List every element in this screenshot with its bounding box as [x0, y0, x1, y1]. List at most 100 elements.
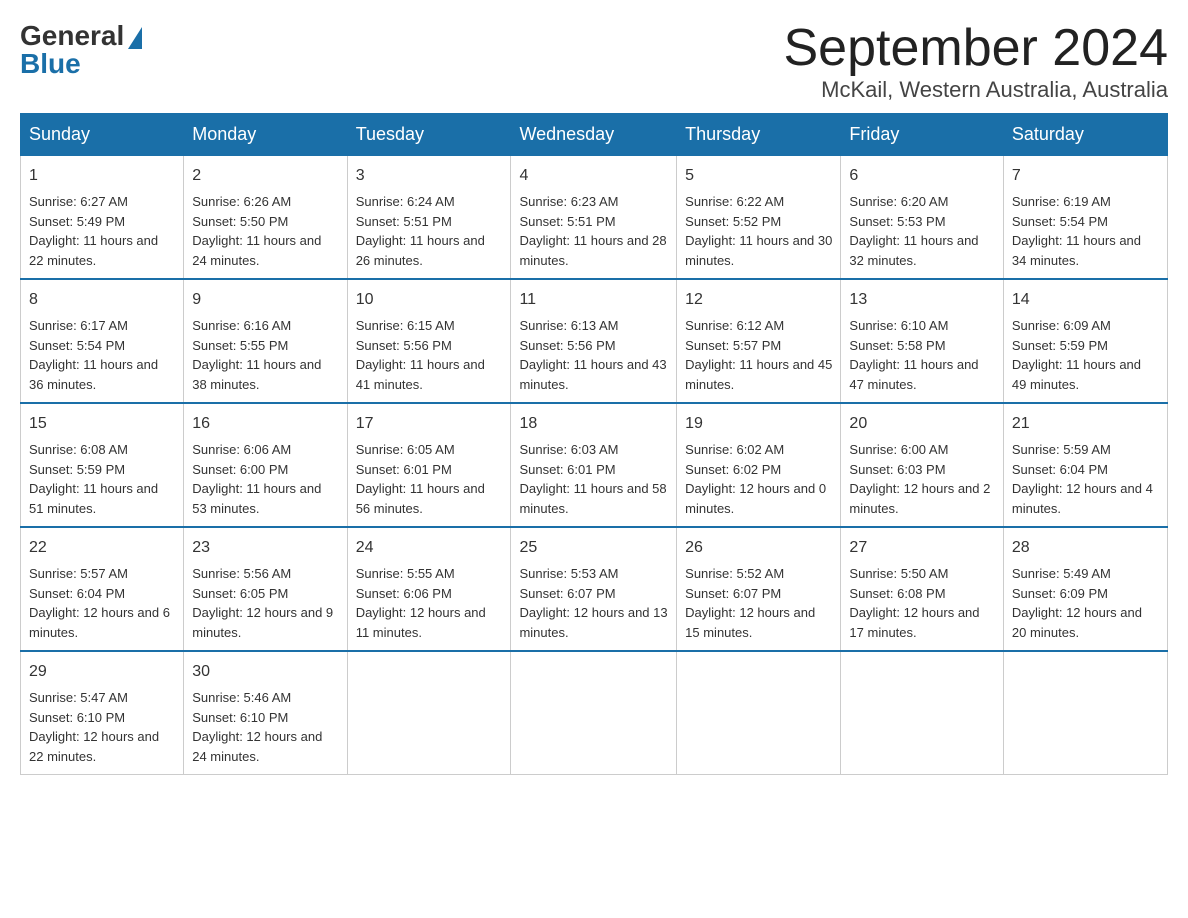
sunset-text: Sunset: 5:51 PM [519, 214, 615, 229]
day-number: 6 [849, 164, 994, 188]
day-number: 9 [192, 288, 338, 312]
col-tuesday: Tuesday [347, 114, 511, 156]
calendar-day-cell: 25 Sunrise: 5:53 AM Sunset: 6:07 PM Dayl… [511, 527, 677, 651]
sunrise-text: Sunrise: 5:52 AM [685, 566, 784, 581]
calendar-day-cell [347, 651, 511, 775]
calendar-week-row: 15 Sunrise: 6:08 AM Sunset: 5:59 PM Dayl… [21, 403, 1168, 527]
day-number: 2 [192, 164, 338, 188]
calendar-day-cell: 10 Sunrise: 6:15 AM Sunset: 5:56 PM Dayl… [347, 279, 511, 403]
day-number: 8 [29, 288, 175, 312]
day-number: 29 [29, 660, 175, 684]
day-number: 10 [356, 288, 503, 312]
sunrise-text: Sunrise: 6:16 AM [192, 318, 291, 333]
calendar-week-row: 8 Sunrise: 6:17 AM Sunset: 5:54 PM Dayli… [21, 279, 1168, 403]
calendar-day-cell: 28 Sunrise: 5:49 AM Sunset: 6:09 PM Dayl… [1003, 527, 1167, 651]
calendar-day-cell [1003, 651, 1167, 775]
logo: General Blue [20, 20, 142, 80]
col-saturday: Saturday [1003, 114, 1167, 156]
sunrise-text: Sunrise: 6:22 AM [685, 194, 784, 209]
calendar-day-cell: 15 Sunrise: 6:08 AM Sunset: 5:59 PM Dayl… [21, 403, 184, 527]
day-number: 16 [192, 412, 338, 436]
sunrise-text: Sunrise: 6:05 AM [356, 442, 455, 457]
daylight-text: Daylight: 11 hours and 56 minutes. [356, 481, 485, 516]
calendar-day-cell: 3 Sunrise: 6:24 AM Sunset: 5:51 PM Dayli… [347, 156, 511, 280]
sunset-text: Sunset: 6:07 PM [519, 586, 615, 601]
sunrise-text: Sunrise: 6:00 AM [849, 442, 948, 457]
sunrise-text: Sunrise: 6:23 AM [519, 194, 618, 209]
calendar-day-cell: 22 Sunrise: 5:57 AM Sunset: 6:04 PM Dayl… [21, 527, 184, 651]
day-number: 21 [1012, 412, 1159, 436]
sunrise-text: Sunrise: 5:50 AM [849, 566, 948, 581]
sunset-text: Sunset: 5:57 PM [685, 338, 781, 353]
sunset-text: Sunset: 6:10 PM [192, 710, 288, 725]
daylight-text: Daylight: 12 hours and 20 minutes. [1012, 605, 1142, 640]
daylight-text: Daylight: 12 hours and 11 minutes. [356, 605, 486, 640]
day-number: 20 [849, 412, 994, 436]
day-number: 28 [1012, 536, 1159, 560]
daylight-text: Daylight: 11 hours and 24 minutes. [192, 233, 321, 268]
sunrise-text: Sunrise: 6:15 AM [356, 318, 455, 333]
calendar-day-cell: 13 Sunrise: 6:10 AM Sunset: 5:58 PM Dayl… [841, 279, 1003, 403]
daylight-text: Daylight: 11 hours and 38 minutes. [192, 357, 321, 392]
daylight-text: Daylight: 12 hours and 2 minutes. [849, 481, 990, 516]
day-number: 15 [29, 412, 175, 436]
day-number: 12 [685, 288, 832, 312]
sunset-text: Sunset: 6:08 PM [849, 586, 945, 601]
daylight-text: Daylight: 12 hours and 17 minutes. [849, 605, 979, 640]
sunrise-text: Sunrise: 6:27 AM [29, 194, 128, 209]
daylight-text: Daylight: 11 hours and 49 minutes. [1012, 357, 1141, 392]
sunrise-text: Sunrise: 5:46 AM [192, 690, 291, 705]
sunset-text: Sunset: 6:06 PM [356, 586, 452, 601]
sunset-text: Sunset: 6:04 PM [1012, 462, 1108, 477]
daylight-text: Daylight: 12 hours and 4 minutes. [1012, 481, 1153, 516]
calendar-day-cell: 26 Sunrise: 5:52 AM Sunset: 6:07 PM Dayl… [677, 527, 841, 651]
calendar-day-cell: 5 Sunrise: 6:22 AM Sunset: 5:52 PM Dayli… [677, 156, 841, 280]
calendar-day-cell: 7 Sunrise: 6:19 AM Sunset: 5:54 PM Dayli… [1003, 156, 1167, 280]
calendar-day-cell: 9 Sunrise: 6:16 AM Sunset: 5:55 PM Dayli… [184, 279, 347, 403]
daylight-text: Daylight: 11 hours and 28 minutes. [519, 233, 666, 268]
calendar-day-cell: 23 Sunrise: 5:56 AM Sunset: 6:05 PM Dayl… [184, 527, 347, 651]
calendar-day-cell: 24 Sunrise: 5:55 AM Sunset: 6:06 PM Dayl… [347, 527, 511, 651]
day-number: 3 [356, 164, 503, 188]
sunset-text: Sunset: 6:03 PM [849, 462, 945, 477]
day-number: 25 [519, 536, 668, 560]
daylight-text: Daylight: 11 hours and 58 minutes. [519, 481, 666, 516]
calendar-day-cell: 2 Sunrise: 6:26 AM Sunset: 5:50 PM Dayli… [184, 156, 347, 280]
calendar-day-cell: 19 Sunrise: 6:02 AM Sunset: 6:02 PM Dayl… [677, 403, 841, 527]
daylight-text: Daylight: 11 hours and 26 minutes. [356, 233, 485, 268]
sunset-text: Sunset: 6:04 PM [29, 586, 125, 601]
day-number: 4 [519, 164, 668, 188]
day-number: 22 [29, 536, 175, 560]
col-thursday: Thursday [677, 114, 841, 156]
calendar-day-cell: 11 Sunrise: 6:13 AM Sunset: 5:56 PM Dayl… [511, 279, 677, 403]
day-number: 1 [29, 164, 175, 188]
daylight-text: Daylight: 11 hours and 22 minutes. [29, 233, 158, 268]
sunset-text: Sunset: 5:55 PM [192, 338, 288, 353]
daylight-text: Daylight: 11 hours and 41 minutes. [356, 357, 485, 392]
calendar-day-cell: 18 Sunrise: 6:03 AM Sunset: 6:01 PM Dayl… [511, 403, 677, 527]
calendar-day-cell: 21 Sunrise: 5:59 AM Sunset: 6:04 PM Dayl… [1003, 403, 1167, 527]
daylight-text: Daylight: 12 hours and 9 minutes. [192, 605, 333, 640]
daylight-text: Daylight: 11 hours and 30 minutes. [685, 233, 832, 268]
daylight-text: Daylight: 11 hours and 47 minutes. [849, 357, 978, 392]
calendar-week-row: 29 Sunrise: 5:47 AM Sunset: 6:10 PM Dayl… [21, 651, 1168, 775]
col-monday: Monday [184, 114, 347, 156]
sunset-text: Sunset: 5:49 PM [29, 214, 125, 229]
calendar-day-cell: 20 Sunrise: 6:00 AM Sunset: 6:03 PM Dayl… [841, 403, 1003, 527]
sunrise-text: Sunrise: 6:08 AM [29, 442, 128, 457]
page-header: General Blue September 2024 McKail, West… [20, 20, 1168, 103]
daylight-text: Daylight: 12 hours and 15 minutes. [685, 605, 815, 640]
sunset-text: Sunset: 5:58 PM [849, 338, 945, 353]
calendar-day-cell: 12 Sunrise: 6:12 AM Sunset: 5:57 PM Dayl… [677, 279, 841, 403]
sunset-text: Sunset: 6:02 PM [685, 462, 781, 477]
sunset-text: Sunset: 6:01 PM [356, 462, 452, 477]
sunset-text: Sunset: 6:07 PM [685, 586, 781, 601]
daylight-text: Daylight: 11 hours and 45 minutes. [685, 357, 832, 392]
sunrise-text: Sunrise: 6:24 AM [356, 194, 455, 209]
calendar-day-cell: 14 Sunrise: 6:09 AM Sunset: 5:59 PM Dayl… [1003, 279, 1167, 403]
day-number: 5 [685, 164, 832, 188]
sunrise-text: Sunrise: 6:09 AM [1012, 318, 1111, 333]
sunset-text: Sunset: 5:54 PM [29, 338, 125, 353]
calendar-week-row: 22 Sunrise: 5:57 AM Sunset: 6:04 PM Dayl… [21, 527, 1168, 651]
sunset-text: Sunset: 5:52 PM [685, 214, 781, 229]
